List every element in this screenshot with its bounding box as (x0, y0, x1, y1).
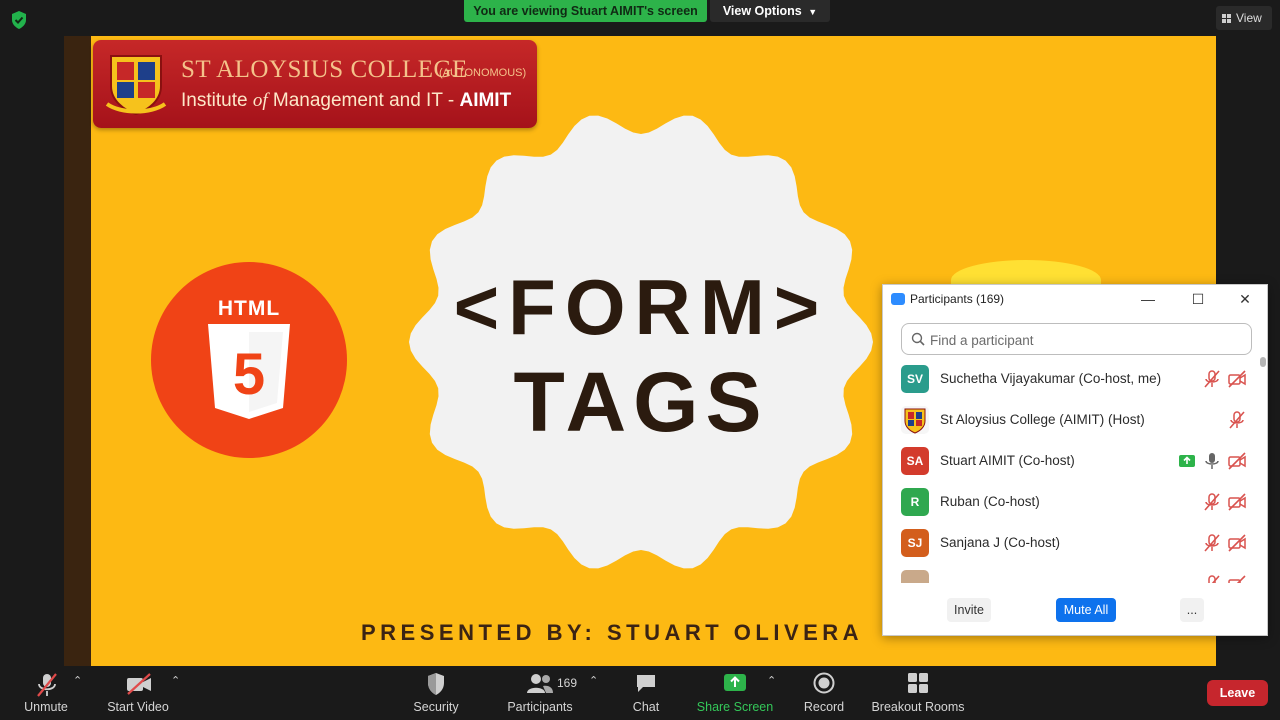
more-options-button[interactable]: ... (1180, 598, 1204, 622)
participant-row[interactable]: St Aloysius College (AIMIT) (Host) (883, 400, 1257, 441)
video-off-icon[interactable] (1227, 492, 1247, 512)
participant-name: St Aloysius College (AIMIT) (Host) (940, 412, 1145, 427)
chat-button[interactable]: Chat (626, 666, 666, 720)
mic-icon[interactable] (1202, 451, 1222, 471)
mute-all-button[interactable]: Mute All (1056, 598, 1116, 622)
share-screen-icon (724, 674, 746, 691)
participant-name: Sanjana J (Co-host) (940, 535, 1061, 550)
video-off-icon[interactable] (1227, 533, 1247, 553)
college-sub-of: of (252, 90, 268, 111)
presenter-credit: PRESENTED BY: STUART OLIVERA (361, 620, 864, 645)
mic-muted-icon[interactable] (1202, 574, 1222, 583)
mic-muted-icon (37, 673, 57, 697)
breakout-rooms-icon (908, 673, 928, 693)
unmute-label: Unmute (24, 700, 68, 714)
participant-name: Stuart AIMIT (Co-host) (940, 453, 1075, 468)
view-layout-button[interactable]: View (1216, 6, 1272, 30)
chat-icon (637, 675, 655, 692)
slide-title-form: <FORM> (453, 263, 829, 351)
record-label: Record (803, 700, 845, 714)
top-bar: You are viewing Stuart AIMIT's screen Vi… (0, 0, 1280, 36)
search-icon (911, 332, 925, 346)
breakout-rooms-label: Breakout Rooms (871, 700, 965, 714)
college-autonomous-label: (AUTONOMOUS) (439, 67, 527, 79)
participants-title: Participants (169) (910, 292, 1005, 306)
participants-options-caret[interactable]: ⌃ (589, 674, 598, 687)
video-options-caret[interactable]: ⌃ (171, 674, 180, 687)
mic-muted-icon[interactable] (1227, 410, 1247, 430)
college-sub-prefix: Institute (181, 90, 253, 111)
participants-button[interactable]: Participants (500, 666, 580, 720)
zoom-meeting-window: You are viewing Stuart AIMIT's screen Vi… (0, 0, 1280, 720)
avatar (901, 406, 929, 434)
participant-list-scrollbar[interactable] (1260, 357, 1266, 583)
start-video-button[interactable]: Start Video (98, 666, 178, 720)
mic-muted-icon[interactable] (1202, 533, 1222, 553)
participant-count: 169 (557, 676, 578, 690)
security-shield-icon (428, 673, 444, 695)
avatar: R (901, 488, 929, 516)
viewing-screen-badge: You are viewing Stuart AIMIT's screen (464, 0, 707, 22)
screen-sharing-icon (1179, 455, 1195, 467)
share-screen-button[interactable]: Share Screen (695, 666, 775, 720)
invite-button[interactable]: Invite (947, 598, 991, 622)
participant-name: Suchetha Vijayakumar (Co-host, me) (940, 371, 1162, 386)
html5-logo: HTML 5 (151, 262, 347, 458)
breakout-rooms-button[interactable]: Breakout Rooms (868, 666, 968, 720)
chevron-down-icon: ▼ (808, 7, 818, 17)
html5-number: 5 (233, 342, 265, 407)
video-off-icon[interactable] (1227, 369, 1247, 389)
security-button[interactable]: Security (406, 666, 466, 720)
avatar: SA (901, 447, 929, 475)
participants-label: Participants (507, 700, 573, 714)
meeting-toolbar: Unmute ⌃ Start Video ⌃ Security Particip… (0, 666, 1280, 720)
view-options-label: View Options (722, 4, 802, 18)
college-name: ST ALOYSIUS COLLEGE (181, 56, 468, 83)
mic-muted-icon[interactable] (1202, 369, 1222, 389)
encryption-shield-icon[interactable] (10, 10, 28, 30)
share-options-caret[interactable]: ⌃ (767, 674, 776, 687)
participant-row[interactable]: R Ruban (Co-host) (883, 482, 1257, 523)
record-icon (813, 672, 835, 694)
search-input[interactable] (930, 330, 1230, 350)
participant-name: Ruban (Co-host) (940, 494, 1040, 509)
participant-row[interactable]: SA Stuart AIMIT (Co-host) (883, 441, 1257, 482)
participants-window: Participants (169) — ☐ ✕ SV Suchetha Vij… (882, 284, 1268, 636)
participants-titlebar: Participants (169) — ☐ ✕ (883, 285, 1269, 313)
mic-muted-icon[interactable] (1202, 492, 1222, 512)
video-off-icon[interactable] (1227, 574, 1247, 583)
maximize-button[interactable]: ☐ (1186, 289, 1210, 309)
view-options-button[interactable]: View Options ▼ (710, 0, 830, 22)
security-label: Security (413, 700, 459, 714)
slide-title-tags: TAGS (513, 355, 769, 449)
zoom-logo-icon (891, 293, 905, 305)
html5-label: HTML (217, 297, 281, 320)
audio-options-caret[interactable]: ⌃ (73, 674, 82, 687)
view-layout-label: View (1236, 11, 1262, 25)
chat-label: Chat (632, 700, 660, 714)
html5-shield-icon: 5 (208, 324, 290, 419)
record-button[interactable]: Record (798, 666, 850, 720)
share-screen-label: Share Screen (696, 700, 774, 714)
college-crest-logo (105, 55, 167, 116)
avatar: SV (901, 365, 929, 393)
avatar (901, 570, 929, 583)
participant-row[interactable]: SJ Sanjana J (Co-host) (883, 523, 1257, 564)
participants-icon (527, 674, 553, 693)
start-video-label: Start Video (107, 700, 169, 714)
video-off-icon[interactable] (1227, 451, 1247, 471)
minimize-button[interactable]: — (1136, 289, 1160, 309)
leave-button[interactable]: Leave (1207, 680, 1268, 706)
participant-search[interactable] (901, 323, 1252, 355)
video-off-icon (127, 673, 151, 695)
scroll-thumb[interactable] (1260, 357, 1266, 367)
participant-list: SV Suchetha Vijayakumar (Co-host, me) St… (883, 359, 1257, 583)
participant-row[interactable] (883, 564, 1257, 583)
grid-view-icon (1222, 13, 1231, 23)
avatar: SJ (901, 529, 929, 557)
participant-row[interactable]: SV Suchetha Vijayakumar (Co-host, me) (883, 359, 1257, 400)
unmute-button[interactable]: Unmute (14, 666, 78, 720)
close-button[interactable]: ✕ (1233, 289, 1257, 309)
